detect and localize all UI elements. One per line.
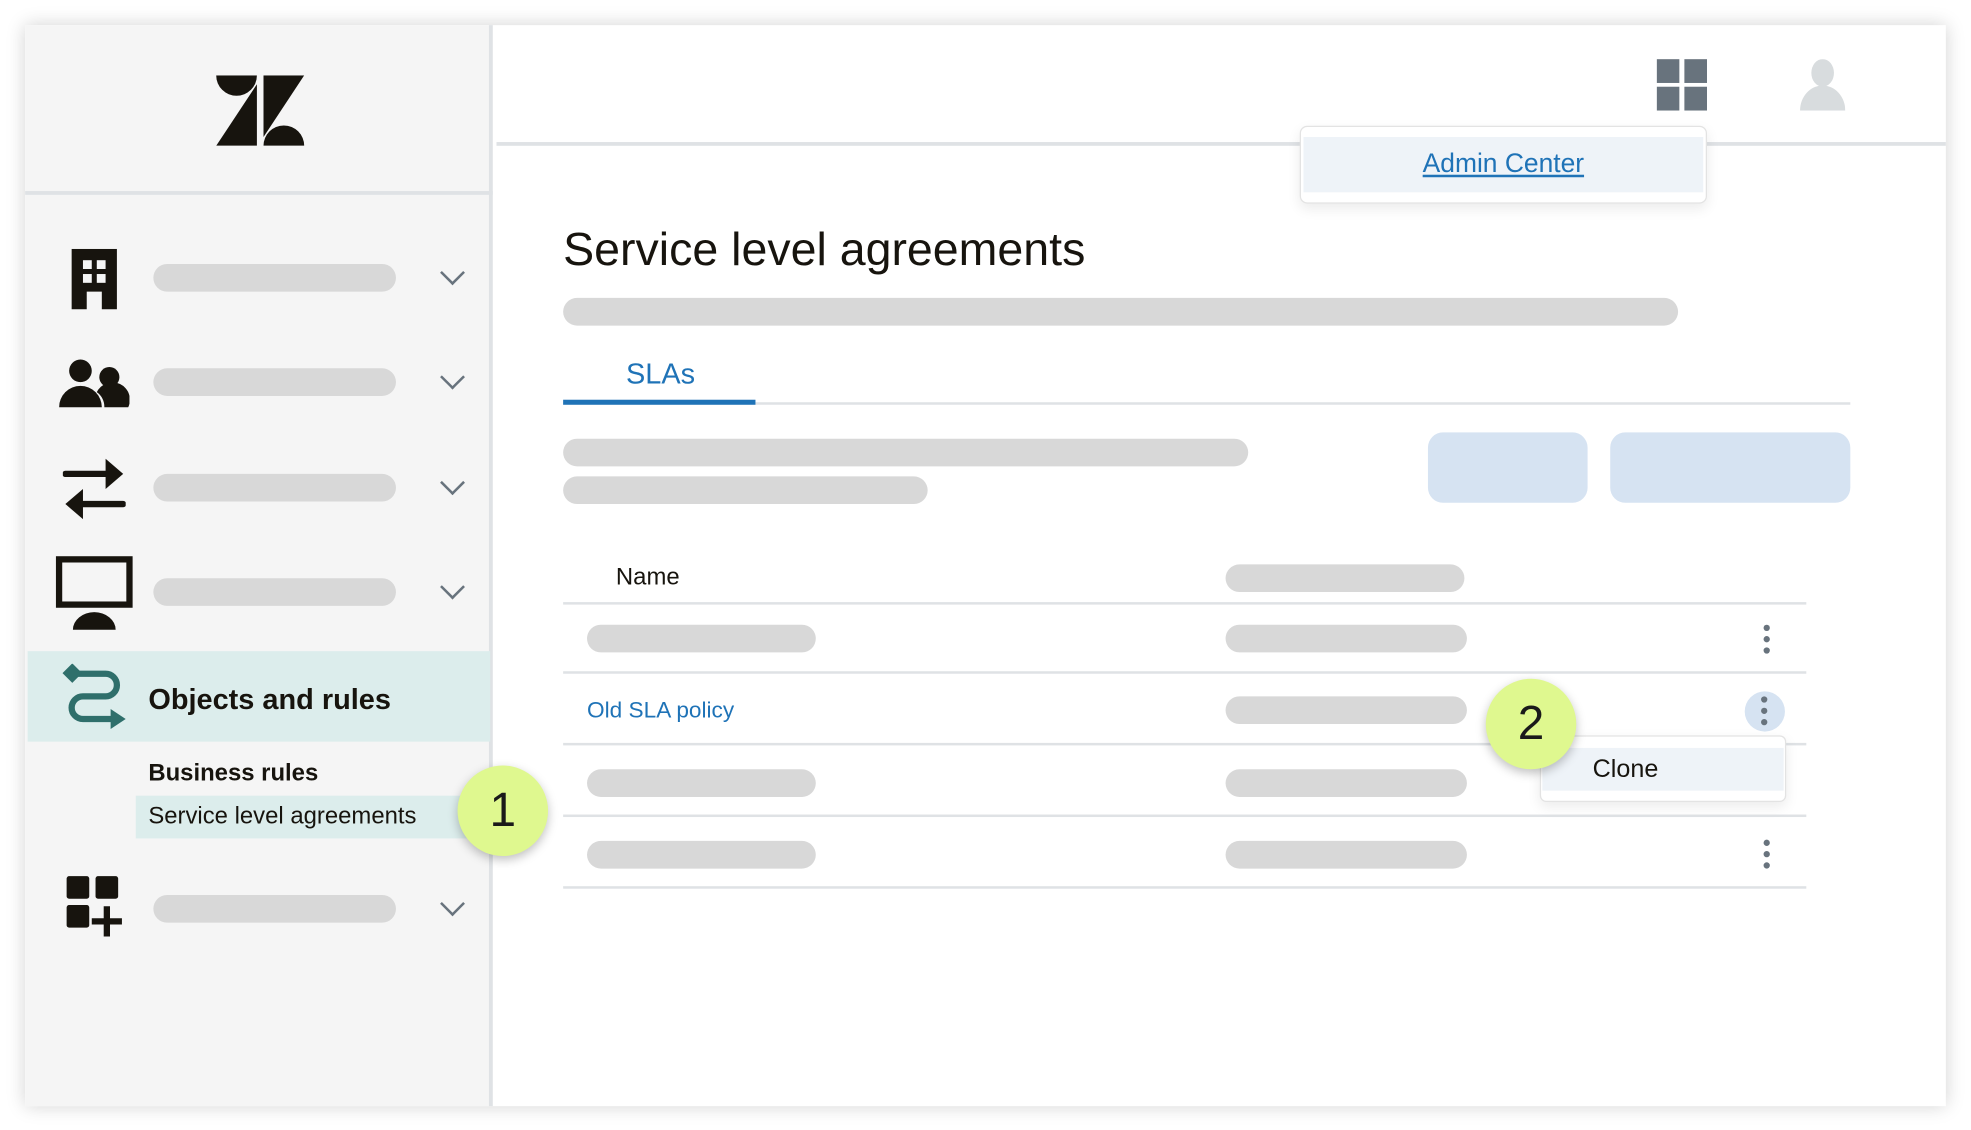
more-options-icon[interactable] <box>1763 839 1772 873</box>
zendesk-logo <box>216 75 305 146</box>
admin-center-link[interactable]: Admin Center <box>1423 150 1584 180</box>
placeholder-bar <box>1225 840 1467 869</box>
sidebar-item-apps[interactable] <box>25 870 493 948</box>
placeholder-bar <box>153 263 396 292</box>
chevron-down-icon <box>440 260 465 286</box>
placeholder-bar <box>153 368 396 396</box>
row-options-menu: Clone <box>1539 735 1787 802</box>
add-button[interactable] <box>1610 432 1851 503</box>
sidebar-item-organization[interactable] <box>25 239 493 317</box>
user-avatar-icon[interactable] <box>1800 59 1846 111</box>
placeholder-bar <box>153 473 396 502</box>
building-icon <box>71 248 117 310</box>
action-button[interactable] <box>1427 432 1588 503</box>
tab-indicator <box>563 399 756 405</box>
more-options-icon <box>1761 696 1769 729</box>
chevron-down-icon <box>440 364 465 390</box>
table-row[interactable] <box>563 820 1807 889</box>
subitem-label: Service level agreements <box>148 803 417 830</box>
placeholder-bar <box>587 624 816 653</box>
callout-badge-1: 1 <box>457 765 549 857</box>
tab-divider <box>563 402 1851 405</box>
apps-add-icon <box>66 876 122 937</box>
sidebar-item-people[interactable] <box>25 343 493 421</box>
chevron-down-icon <box>440 574 465 600</box>
callout-badge-2: 2 <box>1485 678 1577 770</box>
sidebar-item-label: Objects and rules <box>148 682 391 716</box>
placeholder-bar <box>1225 769 1467 797</box>
page-title: Service level agreements <box>563 223 1086 276</box>
placeholder-bar <box>153 578 396 606</box>
placeholder-bar <box>1225 696 1467 725</box>
table-row[interactable] <box>563 605 1807 674</box>
subitem-service-level-agreements[interactable]: Service level agreements <box>135 795 491 839</box>
placeholder-bar <box>563 438 1249 467</box>
sidebar-item-workspaces[interactable] <box>25 553 493 633</box>
divider <box>25 191 493 195</box>
more-options-icon[interactable] <box>1763 624 1772 658</box>
menu-item-clone[interactable]: Clone <box>1542 747 1784 791</box>
chevron-down-icon <box>440 891 465 917</box>
placeholder-bar <box>563 476 928 505</box>
column-header-name[interactable]: Name <box>616 564 680 592</box>
placeholder-bar <box>1225 624 1467 653</box>
sidebar-item-objects-and-rules[interactable]: Objects and rules <box>27 651 491 742</box>
sidebar-item-channels[interactable] <box>25 449 493 527</box>
placeholder-bar <box>587 840 816 869</box>
sla-policy-link[interactable]: Old SLA policy <box>587 698 734 724</box>
placeholder-bar <box>587 769 816 797</box>
arrows-exchange-icon <box>62 458 126 520</box>
chevron-down-icon <box>440 470 465 496</box>
header-divider <box>496 142 1946 146</box>
people-icon <box>59 359 130 408</box>
column-header-placeholder <box>1225 564 1465 593</box>
more-options-button[interactable] <box>1744 691 1785 732</box>
placeholder-bar <box>153 894 396 923</box>
placeholder-bar <box>563 297 1679 326</box>
tab-slas[interactable]: SLAs <box>626 357 695 391</box>
admin-center-popover: Admin Center <box>1299 125 1708 204</box>
monitor-icon <box>55 556 133 630</box>
objects-rules-icon <box>62 663 126 730</box>
subitem-business-rules[interactable]: Business rules <box>148 760 318 788</box>
grid-icon[interactable] <box>1656 59 1708 111</box>
